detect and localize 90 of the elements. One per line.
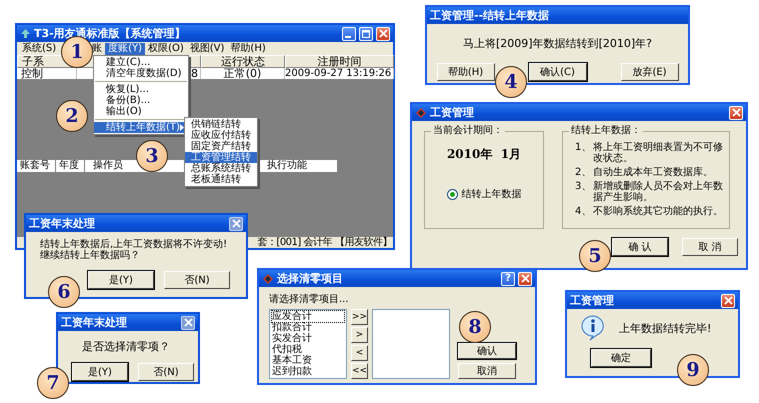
close-icon: [724, 296, 732, 305]
note-text: 自动生成本年工资数据库。: [593, 167, 713, 178]
menu-item[interactable]: 视图(V): [186, 42, 228, 54]
list-number: 2、: [574, 167, 592, 178]
confirm-button[interactable]: 确 认: [612, 238, 668, 256]
move-button[interactable]: >>: [351, 309, 368, 325]
cancel-button[interactable]: 取消: [458, 363, 516, 379]
window-title: 工资年末处理: [61, 315, 127, 330]
column-header: 运行状态: [201, 55, 285, 68]
group-title: 结转上年数据：: [569, 125, 643, 137]
app-icon: [415, 106, 427, 118]
list-number: 4、: [574, 206, 592, 217]
window-title: 工资管理: [570, 293, 614, 308]
minimize-button[interactable]: [342, 26, 356, 40]
list-number: 1、: [574, 142, 592, 155]
menu-item[interactable]: 总账系统结转: [185, 163, 257, 174]
message-text: 继续结转上年数据吗？: [40, 250, 141, 261]
list-item[interactable]: 迟到扣款: [272, 366, 344, 377]
window-title: 工资管理: [430, 105, 474, 120]
option-label: 结转上年数据: [462, 188, 522, 201]
column-header: 年度: [56, 160, 85, 172]
maximize-button[interactable]: [359, 26, 373, 40]
list-item[interactable]: 扣款合计: [272, 322, 344, 333]
list-item[interactable]: 基本工资: [272, 355, 344, 366]
status-text: 【用友软件】: [335, 237, 392, 248]
menu-item[interactable]: 供销链结转: [185, 119, 257, 130]
menu-item[interactable]: 应收应付结转: [185, 130, 257, 141]
message-text: 马上将[2009]年数据结转到[2010]年?: [462, 36, 653, 51]
note-text: 将上年工资明细表置为不可修改状态。: [593, 142, 723, 164]
close-icon: [378, 29, 388, 38]
info-icon: [581, 315, 605, 341]
move-button[interactable]: <<: [351, 363, 368, 379]
menu-item[interactable]: 权限(O): [145, 42, 187, 54]
window-title: 工资管理--结转上年数据: [430, 8, 550, 23]
list-number: 3、: [574, 181, 592, 194]
step-badge: 4: [495, 66, 527, 98]
group-title: 当前会计期间：: [431, 125, 505, 137]
step-badge: 7: [37, 367, 69, 399]
menu-item[interactable]: 建立(C)...: [94, 57, 188, 68]
message-text: 是否选择清零项？: [82, 339, 171, 354]
minimize-icon: [345, 36, 351, 38]
message-text: 结转上年数据后,上年工资数据将不许变动!: [40, 239, 228, 250]
menu-item[interactable]: 系统(S): [19, 42, 60, 54]
note-text: 新增或删除人员不会对上年数据产生影响。: [593, 181, 723, 203]
window-title: 工资年末处理: [29, 216, 95, 231]
menu-item[interactable]: 输出(O): [94, 106, 188, 117]
menu-item[interactable]: 帮助(H): [227, 42, 269, 54]
status-text: 套：[001] 会计年: [257, 237, 332, 248]
menu-item[interactable]: 度账(Y): [105, 42, 146, 54]
app-icon: [20, 28, 31, 39]
list-box[interactable]: 应发合计 扣款合计 实发合计 代扣税 基本工资 迟到扣款: [269, 309, 347, 379]
column-header: 注册时间: [285, 55, 394, 68]
close-icon: [520, 274, 530, 283]
list-item[interactable]: 代扣税: [272, 344, 344, 355]
close-icon: [232, 219, 240, 228]
no-button[interactable]: 否(N): [138, 363, 194, 381]
menu-item[interactable]: 老板通结转: [185, 174, 257, 185]
move-button[interactable]: >: [351, 327, 368, 343]
menu-item[interactable]: 固定资产结转: [185, 141, 257, 152]
period-value: 2010年 1月: [446, 146, 522, 163]
menu-item[interactable]: 工资管理结转: [185, 152, 257, 163]
note-text: 不影响系统其它功能的执行。: [593, 206, 723, 217]
list-item[interactable]: 应发合计: [272, 311, 344, 322]
confirm-button[interactable]: 确认(C): [528, 63, 586, 81]
menu-item[interactable]: 清空年度数据(D): [94, 68, 188, 79]
list-item[interactable]: 实发合计: [272, 333, 344, 344]
close-icon: [732, 108, 740, 117]
yes-button[interactable]: 是(Y): [72, 363, 128, 381]
app-icon: [262, 272, 274, 284]
no-button[interactable]: 否(N): [164, 271, 230, 289]
confirm-button[interactable]: 确认: [458, 343, 516, 359]
move-button[interactable]: <: [351, 345, 368, 361]
cancel-button[interactable]: 取 消: [682, 238, 738, 256]
window-title: 选择清零项目: [277, 271, 343, 286]
column-header: 操作员: [92, 160, 124, 172]
help-button[interactable]: 帮助(H): [436, 63, 494, 81]
message-text: 上年数据结转完毕!: [619, 320, 712, 336]
ok-button[interactable]: 确定: [591, 349, 651, 367]
yes-button[interactable]: 是(Y): [88, 271, 154, 289]
list-box[interactable]: [372, 309, 450, 379]
maximize-icon: [362, 30, 370, 38]
close-icon: [184, 318, 192, 327]
step-badge: 6: [48, 276, 80, 308]
prompt-text: 请选择清零项目...: [268, 292, 350, 307]
menu-item[interactable]: 恢复(L)...: [94, 84, 188, 95]
column-header: 执行功能: [266, 160, 308, 172]
cancel-button[interactable]: 放弃(E): [620, 63, 678, 81]
radio-button[interactable]: [446, 188, 458, 200]
column-header: 账套号: [17, 160, 56, 172]
menu-item[interactable]: 备份(B)...: [94, 95, 188, 106]
